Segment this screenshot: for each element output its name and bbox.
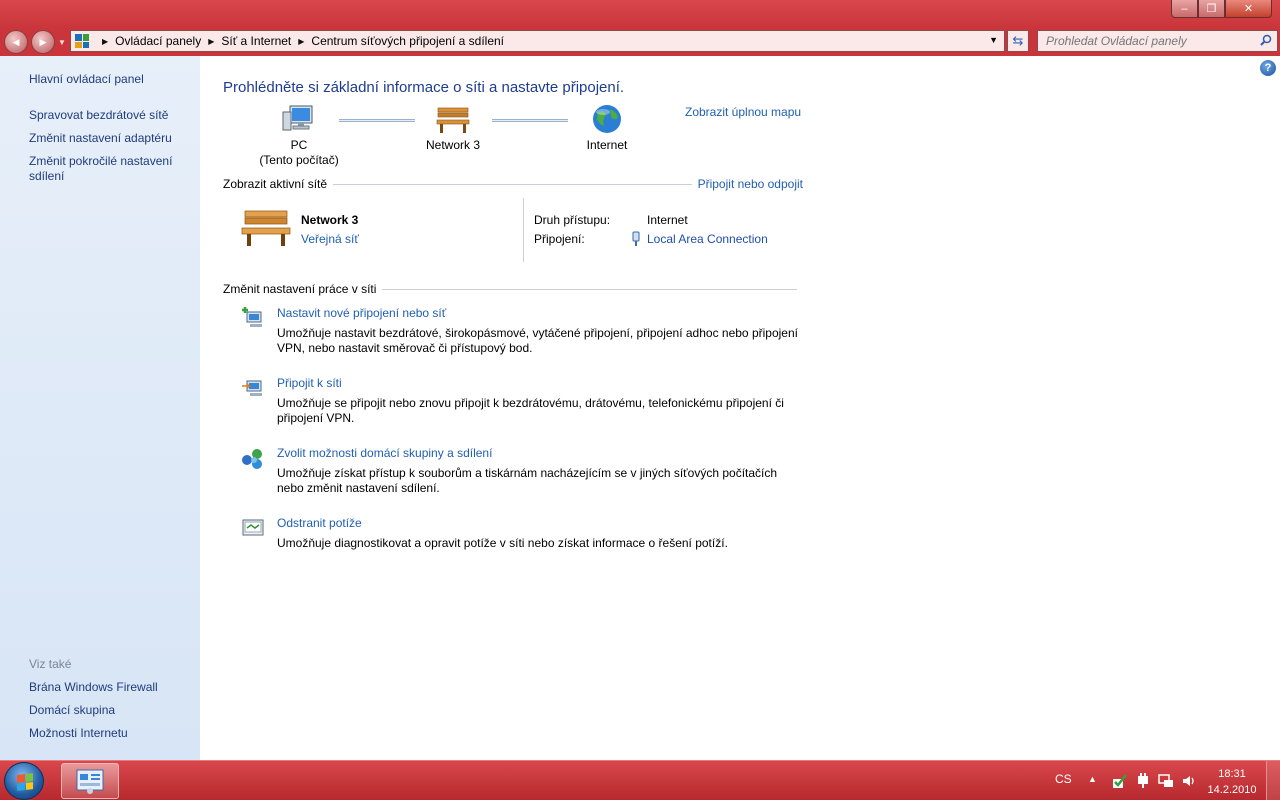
language-indicator[interactable]: CS [1055,772,1072,786]
map-network-label: Network 3 [425,138,481,152]
help-button[interactable]: ? [1260,60,1276,76]
control-panel-window-icon [76,769,104,794]
breadcrumb-network-internet[interactable]: Síť a Internet [221,34,291,48]
breadcrumb-separator-icon[interactable]: ▶ [102,37,108,46]
map-pc-sublabel: (Tento počítač) [259,153,339,167]
show-hidden-icons-button[interactable]: ▲ [1088,774,1097,784]
back-arrow-icon: ◀ [12,36,20,47]
computer-icon [282,105,313,131]
globe-icon [593,105,621,133]
active-networks-header: Zobrazit aktivní sítě Připojit nebo odpo… [223,177,803,191]
map-internet-label: Internet [586,138,628,152]
sidebar-item-internet-options[interactable]: Možnosti Internetu [29,726,128,741]
task-homegroup-link[interactable]: Zvolit možnosti domácí skupiny a sdílení [277,446,492,460]
sidebar-home-link[interactable]: Hlavní ovládací panel [29,72,144,87]
search-icon[interactable] [1260,34,1272,46]
view-full-map-link[interactable]: Zobrazit úplnou mapu [685,105,801,119]
see-also-heading: Viz také [29,657,72,671]
title-bar: – ❐ ✕ [0,0,1280,28]
task-troubleshoot-link[interactable]: Odstranit potíže [277,516,362,530]
refresh-button[interactable]: ⇆ [1007,30,1029,52]
change-settings-title: Změnit nastavení práce v síti [223,282,377,296]
map-node-network[interactable]: Network 3 [403,104,503,153]
map-node-internet[interactable]: Internet [557,104,657,153]
volume-icon[interactable] [1181,773,1197,789]
access-type-value: Internet [647,213,688,227]
taskbar: CS ▲ 18:31 14.2.2010 [0,760,1280,800]
task-connect-network: Připojit k síti Umožňuje se připojit neb… [241,376,811,426]
taskbar-control-panel-button[interactable] [61,763,119,799]
connections-label: Připojení: [534,232,585,246]
close-button[interactable]: ✕ [1225,0,1272,18]
local-area-connection-link[interactable]: Local Area Connection [647,232,768,246]
task-new-connection-desc: Umožňuje nastavit bezdrátové, širokopásm… [277,326,798,355]
bench-icon [436,107,470,133]
clock[interactable]: 18:31 14.2.2010 [1202,766,1262,798]
section-divider [382,288,797,290]
connect-disconnect-link[interactable]: Připojit nebo odpojit [698,177,803,191]
task-homegroup: Zvolit možnosti domácí skupiny a sdílení… [241,446,811,496]
navigation-bar: ◀ ▶ ▼ ▶ Ovládací panely ▶ Síť a Internet… [0,28,1280,56]
content-area: Hlavní ovládací panel Spravovat bezdráto… [0,56,1280,760]
task-homegroup-desc: Umožňuje získat přístup k souborům a tis… [277,466,778,495]
new-connection-icon [242,307,262,327]
network-tray-icon[interactable] [1158,773,1174,789]
task-new-connection: Nastavit nové připojení nebo síť Umožňuj… [241,306,811,356]
sidebar-item-wireless[interactable]: Spravovat bezdrátové sítě [29,108,168,123]
active-network-card: Network 3 Veřejná síť [241,208,521,258]
clock-time: 18:31 [1218,768,1246,780]
map-pc-label: PC [290,138,308,152]
help-icon: ? [1264,62,1272,74]
recent-pages-dropdown-icon[interactable]: ▼ [58,38,66,47]
breadcrumb-separator-icon[interactable]: ▶ [298,37,304,46]
forward-arrow-icon: ▶ [39,36,47,47]
active-networks-title: Zobrazit aktivní sítě [223,177,328,191]
breadcrumb-network-center[interactable]: Centrum síťových připojení a sdílení [311,34,504,48]
windows-logo-icon [17,773,33,791]
section-divider [333,183,692,185]
homegroup-icon [242,449,262,469]
breadcrumb-control-panel[interactable]: Ovládací panely [115,34,201,48]
sidebar-item-firewall[interactable]: Brána Windows Firewall [29,680,158,695]
search-box[interactable] [1037,30,1278,52]
breadcrumb-separator-icon[interactable]: ▶ [208,37,214,46]
back-button[interactable]: ◀ [4,30,28,54]
troubleshoot-icon [242,519,264,536]
task-troubleshoot: Odstranit potíže Umožňuje diagnostikovat… [241,516,811,556]
ethernet-icon [632,231,640,246]
maximize-button[interactable]: ❐ [1198,0,1225,18]
action-center-icon[interactable] [1112,773,1128,789]
network-type-link[interactable]: Veřejná síť [301,232,359,246]
sidebar-item-adapter[interactable]: Změnit nastavení adaptéru [29,131,172,146]
page-title: Prohlédněte si základní informace o síti… [223,79,625,96]
show-desktop-button[interactable] [1266,761,1280,800]
task-connect-network-link[interactable]: Připojit k síti [277,376,342,390]
task-troubleshoot-desc: Umožňuje diagnostikovat a opravit potíže… [277,536,728,550]
minimize-button[interactable]: – [1171,0,1198,18]
start-button[interactable] [4,762,44,800]
address-dropdown-icon[interactable]: ▼ [989,35,998,45]
address-bar[interactable]: ▶ Ovládací panely ▶ Síť a Internet ▶ Cen… [70,30,1005,52]
sidebar-item-homegroup[interactable]: Domácí skupina [29,703,115,718]
vertical-divider [523,198,524,262]
search-input[interactable] [1046,34,1251,48]
bench-icon [241,210,291,246]
window-controls: – ❐ ✕ [1171,0,1272,18]
clock-date: 14.2.2010 [1207,784,1257,796]
task-pane: Hlavní ovládací panel Spravovat bezdráto… [0,56,200,760]
power-plug-icon[interactable] [1135,773,1151,789]
change-settings-header: Změnit nastavení práce v síti [223,282,803,296]
task-connect-network-desc: Umožňuje se připojit nebo znovu připojit… [277,396,784,425]
sidebar-item-advanced-sharing[interactable]: Změnit pokročilé nastavení sdílení [29,154,189,184]
refresh-icon: ⇆ [1012,33,1024,48]
map-node-pc[interactable]: PC (Tento počítač) [249,104,349,168]
connect-network-icon [242,380,262,396]
task-new-connection-link[interactable]: Nastavit nové připojení nebo síť [277,306,446,320]
control-panel-icon [75,34,89,48]
network-name: Network 3 [301,213,359,227]
forward-button[interactable]: ▶ [31,30,55,54]
access-type-label: Druh přístupu: [534,213,611,227]
